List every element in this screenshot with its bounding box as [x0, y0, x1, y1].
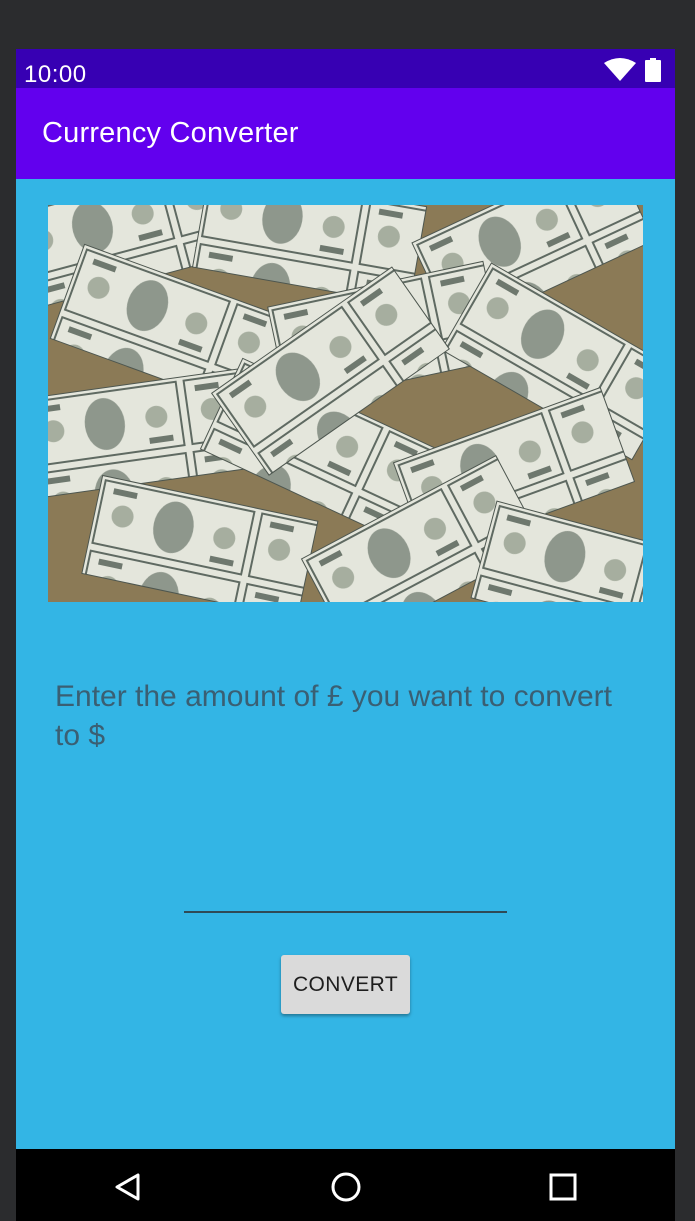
app-title: Currency Converter: [42, 117, 299, 149]
recents-icon[interactable]: [543, 1167, 583, 1207]
app-bar: Currency Converter: [16, 88, 675, 179]
back-icon[interactable]: [108, 1167, 148, 1207]
battery-icon: [645, 58, 661, 87]
amount-input[interactable]: [184, 869, 507, 913]
app-screen: 10:00 Currency Converter Enter the amoun…: [16, 49, 675, 1221]
status-time: 10:00: [24, 61, 87, 88]
home-icon[interactable]: [326, 1167, 366, 1207]
convert-button[interactable]: CONVERT: [281, 955, 410, 1014]
status-icons: [604, 58, 661, 82]
amount-prompt: Enter the amount of £ you want to conver…: [55, 680, 612, 752]
status-bar: 10:00: [16, 49, 675, 88]
money-banner-image: [16, 149, 675, 656]
wifi-icon: [604, 58, 636, 87]
navigation-bar: [16, 1149, 675, 1221]
